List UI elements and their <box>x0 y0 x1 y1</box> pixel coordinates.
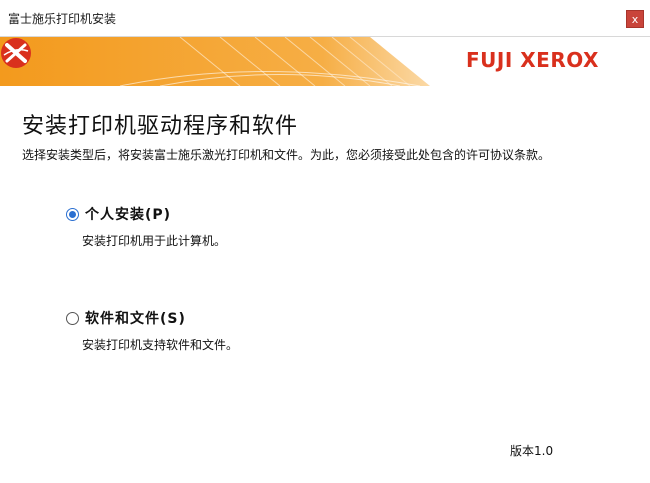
title-bar[interactable]: 富士施乐打印机安装 x <box>0 0 650 37</box>
brand-banner: FUJI XEROX <box>0 37 650 86</box>
option-software-files-description: 安装打印机支持软件和文件。 <box>82 338 239 352</box>
window-title: 富士施乐打印机安装 <box>8 12 117 26</box>
close-button[interactable]: x <box>626 10 644 28</box>
version-label: 版本1.0 <box>510 444 554 458</box>
option-personal-install-description: 安装打印机用于此计算机。 <box>82 234 227 248</box>
option-personal-install-row[interactable]: 个人安装(P) <box>66 204 171 224</box>
radio-software-files[interactable] <box>66 311 79 325</box>
fuji-xerox-logo-icon <box>1 38 31 68</box>
page-heading: 安装打印机驱动程序和软件 <box>22 114 299 139</box>
page-description: 选择安装类型后，将安装富士施乐激光打印机和文件。为此，您必须接受此处包含的许可协… <box>22 148 551 162</box>
option-software-files-label[interactable]: 软件和文件(S) <box>85 308 186 328</box>
installer-window: 富士施乐打印机安装 x FUJI XEROX 安装打印机驱动程序和软件 选择安装… <box>0 0 650 483</box>
option-software-files-row[interactable]: 软件和文件(S) <box>66 308 186 328</box>
brand-wordmark: FUJI XEROX <box>466 48 599 72</box>
option-personal-install-label[interactable]: 个人安装(P) <box>85 204 171 224</box>
option-personal-install[interactable]: 个人安装(P) <box>66 204 171 224</box>
close-icon: x <box>631 13 639 26</box>
radio-personal-install[interactable] <box>66 207 79 221</box>
option-software-files[interactable]: 软件和文件(S) <box>66 308 186 328</box>
